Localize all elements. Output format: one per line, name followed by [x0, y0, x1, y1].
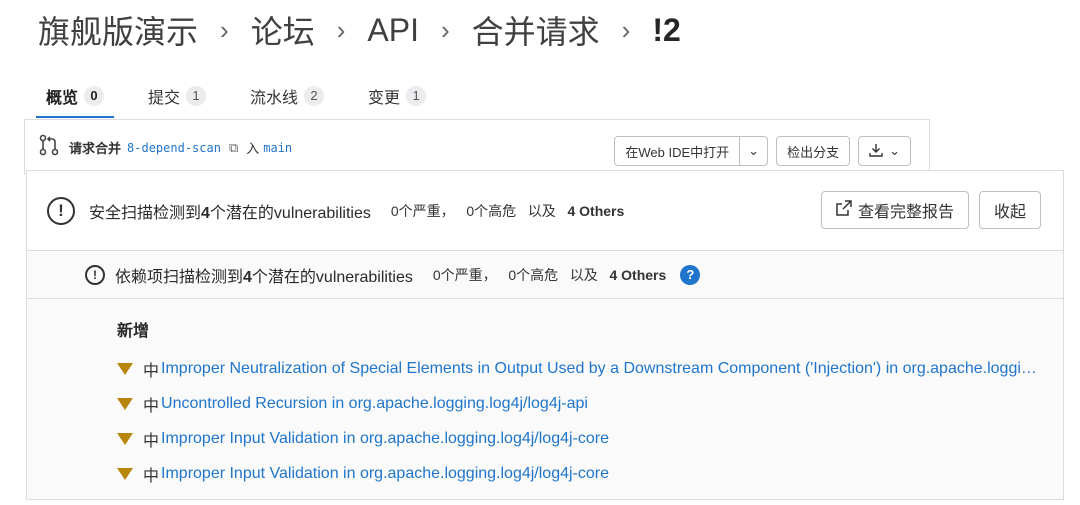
tab-label: 流水线 [250, 90, 299, 107]
breadcrumb-merge-requests[interactable]: 合并请求 [472, 7, 600, 53]
summary-prefix: 安全扫描检测到 [89, 204, 202, 222]
others-count: 4 Others [567, 202, 625, 219]
view-report-label: 查看完整报告 [857, 204, 954, 221]
tab-count-badge: 0 [84, 86, 105, 106]
tab-count-badge: 1 [186, 86, 207, 106]
view-full-report-button[interactable]: 查看完整报告 [820, 191, 969, 229]
target-branch-link[interactable]: main [263, 141, 292, 155]
vulnerability-link[interactable]: Improper Input Validation in org.apache.… [161, 465, 609, 483]
breadcrumb-project[interactable]: 论坛 [251, 7, 315, 53]
summary-count: 4 [243, 268, 252, 286]
and-label: 以及 [527, 202, 556, 219]
dependency-summary-text: 依赖项扫描检测到4个潜在的vulnerabilities [115, 263, 413, 287]
tab-label: 概览 [46, 90, 79, 107]
tab-label: 提交 [148, 90, 181, 107]
tab-commits[interactable]: 提交 1 [138, 74, 216, 118]
summary-count: 4 [201, 204, 210, 222]
list-item: 中 Improper Input Validation in org.apach… [117, 456, 1063, 491]
list-item: 中 Improper Input Validation in org.apach… [117, 421, 1063, 456]
warning-icon: ! [47, 196, 75, 225]
download-dropdown-button[interactable]: ⌄ [858, 136, 911, 166]
and-label: 以及 [569, 266, 598, 283]
tab-pipelines[interactable]: 流水线 2 [240, 74, 334, 118]
vulnerability-link[interactable]: Uncontrolled Recursion in org.apache.log… [161, 395, 588, 413]
merge-request-icon [39, 134, 63, 161]
severity-label: 中 [143, 467, 160, 485]
download-icon [869, 143, 883, 160]
tab-label: 变更 [368, 90, 401, 107]
severity-medium-icon [117, 467, 133, 480]
source-branch-link[interactable]: 8-depend-scan [127, 141, 221, 155]
open-ide-dropdown-button[interactable]: ⌄ [740, 136, 769, 166]
new-section-title: 新增 [117, 323, 150, 340]
vulnerability-link[interactable]: Improper Neutralization of Special Eleme… [161, 360, 1041, 378]
security-severity-counts: 0个严重， 0个高危 以及 4 Others [391, 201, 624, 221]
merge-label: 请求合并 [69, 141, 122, 156]
copy-icon[interactable]: ⧉ [229, 140, 238, 156]
tab-count-badge: 1 [406, 86, 427, 106]
list-item: 中 Improper Neutralization of Special Ele… [117, 351, 1063, 386]
critical-count: 0个严重， [390, 202, 455, 219]
list-item: 中 Uncontrolled Recursion in org.apache.l… [117, 386, 1063, 421]
severity-medium-icon [117, 432, 133, 445]
severity-label: 中 [143, 397, 160, 415]
security-actions: 查看完整报告 收起 [820, 191, 1041, 229]
external-link-icon [836, 199, 852, 221]
chevron-down-icon: ⌄ [889, 143, 900, 158]
chevron-right-icon: › [336, 14, 346, 45]
open-ide-split: 在Web IDE中打开 ⌄ [614, 136, 769, 166]
chevron-right-icon: › [440, 14, 450, 45]
security-summary-text: 安全扫描检测到4个潜在的vulnerabilities [89, 199, 371, 223]
chevron-down-icon: ⌄ [748, 143, 760, 158]
security-summary: ! 安全扫描检测到4个潜在的vulnerabilities 0个严重， 0个高危… [27, 171, 1063, 251]
dependency-scan-summary: ! 依赖项扫描检测到4个潜在的vulnerabilities 0个严重， 0个高… [27, 251, 1063, 299]
checkout-branch-button[interactable]: 检出分支 [776, 136, 851, 166]
high-count: 0个高危 [508, 266, 559, 283]
question-icon[interactable]: ? [680, 264, 701, 285]
high-count: 0个高危 [466, 202, 517, 219]
breadcrumb-group[interactable]: 旗舰版演示 [38, 7, 198, 53]
critical-count: 0个严重， [432, 266, 497, 283]
breadcrumb: 旗舰版演示 › 论坛 › API › 合并请求 › !2 [38, 8, 681, 52]
summary-prefix: 依赖项扫描检测到 [115, 268, 244, 286]
breadcrumb-subproject[interactable]: API [367, 12, 419, 49]
severity-label: 中 [143, 432, 160, 450]
header-actions: 在Web IDE中打开 ⌄ 检出分支 ⌄ [614, 136, 911, 166]
security-widget: ! 安全扫描检测到4个潜在的vulnerabilities 0个严重， 0个高危… [26, 170, 1064, 500]
others-count: 4 Others [609, 266, 667, 283]
merge-header: 请求合并 8-depend-scan ⧉ 入 main 在Web IDE中打开 … [24, 119, 930, 175]
breadcrumb-current: !2 [652, 11, 681, 48]
collapse-button[interactable]: 收起 [978, 191, 1041, 229]
vulnerability-link[interactable]: Improper Input Validation in org.apache.… [161, 430, 609, 448]
into-label: 入 [246, 141, 260, 156]
summary-suffix: 个潜在的vulnerabilities [251, 268, 413, 286]
tab-overview[interactable]: 概览 0 [36, 74, 115, 118]
severity-medium-icon [117, 362, 133, 375]
tab-changes[interactable]: 变更 1 [358, 74, 436, 118]
severity-label: 中 [143, 362, 160, 380]
summary-suffix: 个潜在的vulnerabilities [209, 204, 371, 222]
warning-icon: ! [85, 264, 105, 285]
open-web-ide-button[interactable]: 在Web IDE中打开 [614, 136, 741, 166]
new-vulnerabilities: 新增 中 Improper Neutralization of Special … [27, 299, 1063, 491]
tab-count-badge: 2 [304, 86, 325, 106]
dependency-severity-counts: 0个严重， 0个高危 以及 4 Others [433, 265, 666, 285]
chevron-right-icon: › [220, 14, 229, 45]
mr-tabs: 概览 0 提交 1 流水线 2 变更 1 [36, 74, 460, 118]
severity-medium-icon [117, 397, 133, 410]
chevron-right-icon: › [621, 14, 631, 45]
